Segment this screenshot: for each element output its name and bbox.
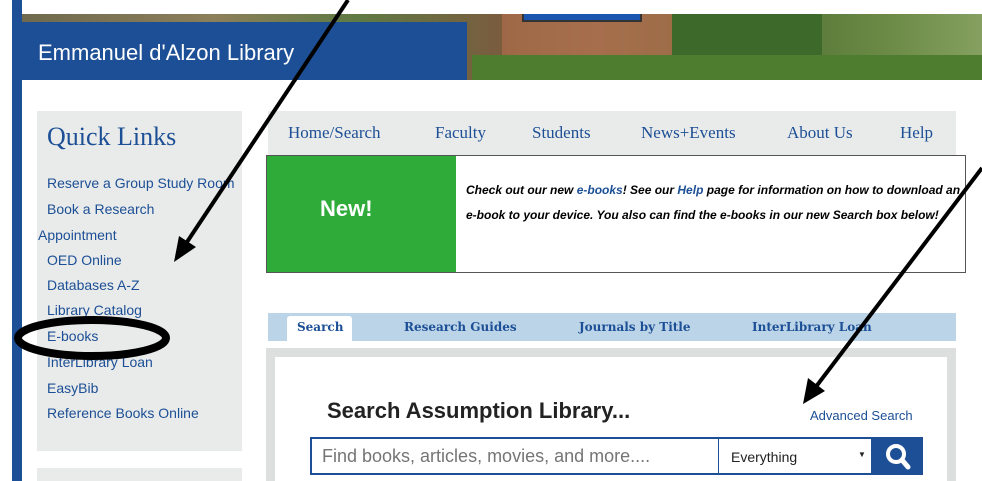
tab-search[interactable]: Search: [297, 320, 343, 334]
announcement-text: Check out our new e-books! See our Help …: [466, 178, 961, 228]
help-link[interactable]: Help: [677, 183, 703, 197]
tab-journals-by-title[interactable]: Journals by Title: [579, 320, 691, 334]
nav-faculty[interactable]: Faculty: [435, 123, 486, 143]
secondary-panel: [37, 468, 242, 481]
e-books-link[interactable]: e-books: [577, 183, 623, 197]
photo-top-crop: [22, 0, 982, 14]
search-button[interactable]: [873, 437, 923, 475]
announcement-text-1: Check out our new: [466, 183, 577, 197]
quick-link-reserve-study-room[interactable]: Reserve a Group Study Room: [47, 175, 235, 191]
nav-about-us[interactable]: About Us: [787, 123, 853, 143]
search-scope-select[interactable]: Everything: [719, 437, 873, 475]
quick-link-easybib[interactable]: EasyBib: [47, 380, 98, 396]
dropdown-arrow-icon: ▼: [858, 450, 866, 459]
nav-news-events[interactable]: News+Events: [641, 123, 736, 143]
quick-link-interlibrary-loan[interactable]: InterLibrary Loan: [47, 354, 153, 370]
tab-research-guides[interactable]: Research Guides: [404, 320, 517, 334]
quick-link-e-books[interactable]: E-books: [47, 328, 98, 344]
site-title[interactable]: Emmanuel d'Alzon Library: [38, 40, 294, 66]
quick-link-oed-online[interactable]: OED Online: [47, 252, 122, 268]
page-edge-stripe: [12, 0, 22, 481]
quick-link-appointment[interactable]: Appointment: [38, 227, 117, 243]
search-input[interactable]: [310, 437, 720, 475]
nav-help[interactable]: Help: [900, 123, 933, 143]
nav-students[interactable]: Students: [532, 123, 591, 143]
tab-interlibrary-loan[interactable]: InterLibrary Loan: [752, 320, 872, 334]
nav-home-search[interactable]: Home/Search: [288, 123, 381, 143]
search-heading: Search Assumption Library...: [327, 398, 631, 423]
quick-links-title: Quick Links: [47, 122, 177, 151]
quick-link-databases[interactable]: Databases A-Z: [47, 277, 140, 293]
page-margin: [0, 0, 12, 481]
search-icon: [886, 444, 911, 470]
quick-link-reference-books[interactable]: Reference Books Online: [47, 405, 199, 421]
advanced-search-link[interactable]: Advanced Search: [810, 408, 913, 423]
quick-link-book-research[interactable]: Book a Research: [47, 201, 154, 217]
new-badge: New!: [320, 196, 373, 221]
announcement-text-2: ! See our: [622, 183, 678, 197]
photo-lawn: [472, 55, 982, 80]
quick-link-library-catalog[interactable]: Library Catalog: [47, 302, 142, 318]
